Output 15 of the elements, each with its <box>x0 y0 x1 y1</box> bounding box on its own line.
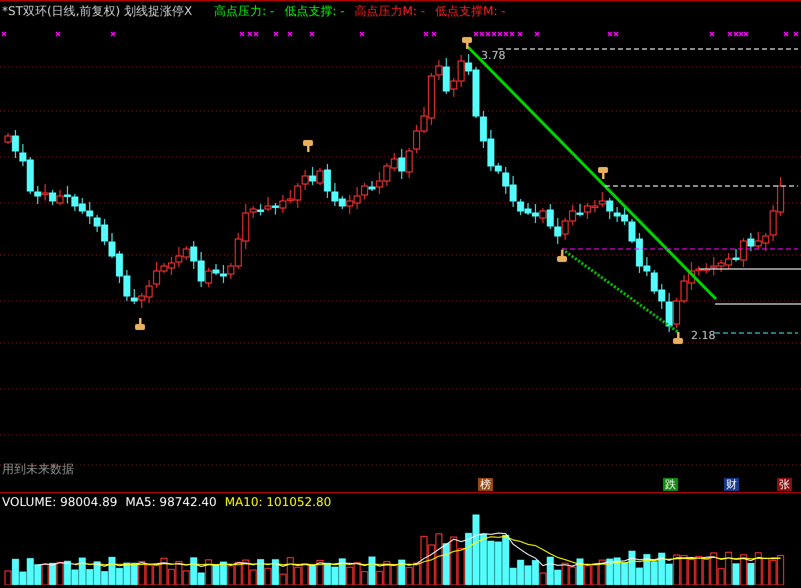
indicator-label: 低点支撑: - <box>284 3 345 20</box>
warning-note: 用到未来数据 <box>1 461 75 478</box>
price-label: 3.78 <box>481 49 506 62</box>
chart-title: *ST双环(日线,前复权) 划线捉涨停X <box>2 3 192 20</box>
volume-legend-label: MA10: 101052.80 <box>224 495 332 509</box>
signal-badge: 张 <box>777 478 792 491</box>
volume-legend-label: MA5: 98742.40 <box>125 495 217 509</box>
volume-legend-label: VOLUME: 98004.89 <box>2 495 118 509</box>
price-label: 2.18 <box>691 329 716 342</box>
indicator-label: 高点压力M: - <box>354 3 426 20</box>
indicator-label: 低点支撑M: - <box>435 3 506 20</box>
signal-badge: 榜 <box>478 478 493 491</box>
indicator-label: 高点压力: - <box>214 3 274 20</box>
signal-badge: 跌 <box>663 478 678 491</box>
signal-badge: 财 <box>724 478 739 491</box>
